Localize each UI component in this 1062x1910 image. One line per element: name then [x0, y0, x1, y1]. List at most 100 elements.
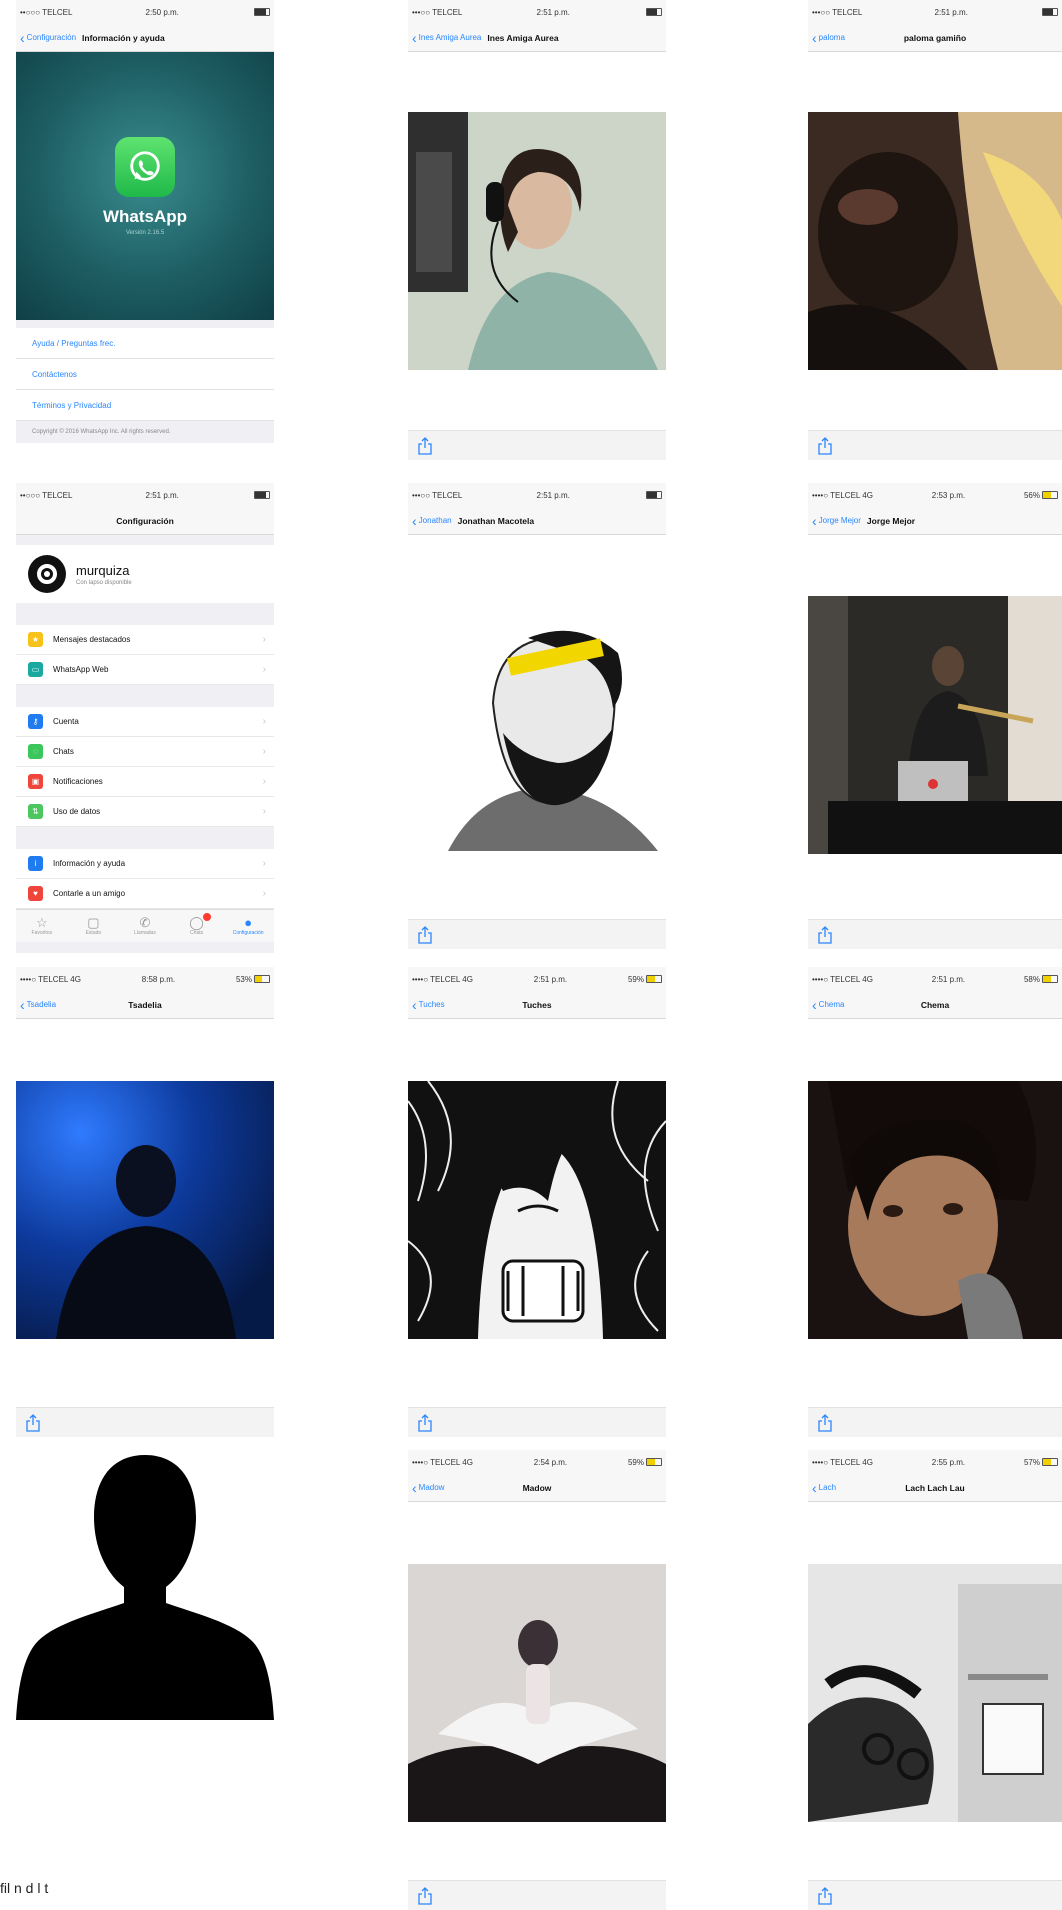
carrier-label: ••••○ TELCEL 4G [812, 490, 873, 500]
contact-us-link[interactable]: Contáctenos [16, 359, 274, 390]
share-icon[interactable] [418, 1413, 432, 1432]
chevron-right-icon: › [262, 858, 266, 869]
back-button[interactable]: ‹ Ines Amiga Aurea [412, 29, 481, 46]
back-button[interactable]: ‹ paloma [812, 29, 845, 46]
info-screen: ••○○○ TELCEL 2:50 p.m. ‹ Configuración In… [16, 0, 274, 460]
status-bar: ••••○ TELCEL 4G 2:51 p.m. 59% [408, 967, 666, 991]
contact-name: paloma gamiño [903, 32, 967, 43]
back-button[interactable]: ‹ Chema [812, 998, 844, 1012]
chat-bubbles-icon: ◯ [189, 915, 204, 930]
tab-chats[interactable]: ◯ Chats [177, 913, 217, 936]
tab-favorites[interactable]: ☆ Favoritos [22, 916, 62, 937]
battery-icon [1041, 491, 1058, 500]
back-label: Lach [818, 1483, 837, 1492]
chevron-left-icon: ‹ [812, 29, 817, 46]
settings-item-chats[interactable]: ◌ Chats › [16, 737, 274, 767]
profile-photo[interactable] [408, 112, 666, 370]
gear-icon: ● [244, 915, 253, 930]
settings-group-1: ★ Mensajes destacados › ▭ WhatsApp Web › [16, 625, 274, 685]
profile-photo[interactable] [408, 1564, 666, 1822]
settings-item-data[interactable]: ⇅ Uso de datos › [16, 797, 274, 827]
settings-item-account[interactable]: ⚷ Cuenta › [16, 707, 274, 737]
app-version: Versión 2.16.5 [125, 229, 165, 236]
profile-photo-screen-madow: ••••○ TELCEL 4G 2:54 p.m. 59% ‹ Madow Mad… [408, 1450, 666, 1910]
settings-item-notifications[interactable]: ▣ Notificaciones › [16, 767, 274, 797]
share-icon[interactable] [418, 436, 432, 455]
settings-item-tell-friend[interactable]: ♥ Contarle a un amigo › [16, 879, 274, 909]
back-button[interactable]: ‹ Jonathan [412, 514, 452, 528]
chevron-left-icon: ‹ [412, 996, 417, 1013]
chevron-left-icon: ‹ [412, 29, 417, 46]
profile-photo[interactable] [808, 596, 1062, 854]
back-button[interactable]: ‹ Tsadelia [20, 998, 56, 1012]
share-icon[interactable] [418, 925, 432, 944]
share-icon[interactable] [818, 925, 832, 944]
chevron-left-icon: ‹ [412, 1479, 417, 1496]
nav-bar: ‹ Tsadelia Tsadelia [16, 991, 274, 1019]
profile-photo[interactable] [808, 1081, 1062, 1339]
clock-label: 2:51 p.m. [934, 7, 968, 17]
carrier-label: •••○○ TELCEL [812, 7, 863, 17]
back-button[interactable]: ‹ Configuración [20, 31, 76, 45]
profile-photo[interactable] [808, 1564, 1062, 1822]
settings-item-starred[interactable]: ★ Mensajes destacados › [16, 625, 274, 655]
status-bar: ••••○ TELCEL 4G 2:51 p.m. 58% [808, 967, 1062, 991]
tab-status[interactable]: ▢ Estado [73, 916, 113, 937]
carrier-label: •••○○ TELCEL [412, 490, 463, 500]
contact-name: Jorge Mejor [866, 515, 916, 526]
nav-bar: ‹ Chema Chema [808, 991, 1062, 1019]
chevron-right-icon: › [262, 746, 266, 757]
back-button[interactable]: ‹ Jorge Mejor [812, 514, 861, 528]
carrier-label: •••○○ TELCEL [412, 7, 463, 17]
nav-bar: ‹ paloma paloma gamiño [808, 24, 1062, 52]
help-faq-link[interactable]: Ayuda / Preguntas frec. [16, 328, 274, 359]
whatsapp-logo-icon [115, 136, 175, 197]
battery-indicator: 56% [1024, 491, 1058, 500]
tab-calls[interactable]: ✆ Llamadas [125, 916, 165, 937]
share-icon[interactable] [418, 1886, 432, 1905]
avatar [28, 555, 66, 593]
nav-bar: ‹ Madow Madow [408, 1474, 666, 1502]
info-links: Ayuda / Preguntas frec. Contáctenos Térm… [16, 320, 274, 443]
profile-photo[interactable] [808, 112, 1062, 370]
battery-icon [252, 491, 270, 500]
battery-indicator: 59% [628, 975, 662, 984]
profile-photo[interactable] [16, 1081, 274, 1339]
status-bar: ••••○ TELCEL 4G 2:53 p.m. 56% [808, 483, 1062, 507]
carrier-label: ••••○ TELCEL 4G [812, 1457, 873, 1467]
battery-indicator: 57% [1024, 1458, 1058, 1467]
contact-name: Tuches [522, 999, 552, 1010]
contact-name: Jonathan Macotela [457, 515, 535, 526]
back-button[interactable]: ‹ Lach [812, 1481, 837, 1495]
settings-group-2: ⚷ Cuenta › ◌ Chats › ▣ Notificaciones › ⇅ Uso d… [16, 707, 274, 827]
share-icon[interactable] [818, 1413, 832, 1432]
tab-settings[interactable]: ● Configuración [228, 915, 268, 937]
clock-label: 2:55 p.m. [931, 1457, 966, 1467]
battery-icon [645, 1458, 662, 1467]
battery-icon [1041, 975, 1058, 984]
back-button[interactable]: ‹ Madow [412, 1479, 444, 1496]
settings-item-web[interactable]: ▭ WhatsApp Web › [16, 655, 274, 685]
settings-item-info[interactable]: i Información y ayuda › [16, 849, 274, 879]
clock-label: 2:51 p.m. [145, 490, 179, 500]
terms-privacy-link[interactable]: Términos y Privacidad [16, 390, 274, 421]
back-button[interactable]: ‹ Tuches [412, 996, 445, 1013]
profile-photo[interactable] [408, 1081, 666, 1339]
profile-row[interactable]: murquiza Con lapso disponible [16, 545, 274, 603]
battery-indicator: 59% [628, 1458, 662, 1467]
share-icon[interactable] [26, 1413, 40, 1432]
battery-icon [645, 975, 662, 984]
profile-photo-screen-ines: •••○○ TELCEL 2:51 p.m. ‹ Ines Amiga Aurea… [408, 0, 666, 460]
settings-item-label: Notificaciones [53, 777, 103, 786]
profile-photo[interactable] [408, 593, 666, 851]
battery-icon [1041, 1458, 1058, 1467]
profile-photo-screen-paloma: •••○○ TELCEL 2:51 p.m. ‹ paloma paloma ga… [808, 0, 1062, 460]
chevron-right-icon: › [262, 888, 266, 899]
page-caption: fil n d l t [0, 1880, 49, 1896]
share-bar [408, 1880, 666, 1910]
battery-icon [1040, 8, 1058, 17]
share-icon[interactable] [818, 1886, 832, 1905]
clock-label: 2:50 p.m. [145, 7, 179, 17]
settings-screen: ••○○○ TELCEL 2:51 p.m. Configuración mur… [16, 483, 274, 953]
share-icon[interactable] [818, 436, 832, 455]
